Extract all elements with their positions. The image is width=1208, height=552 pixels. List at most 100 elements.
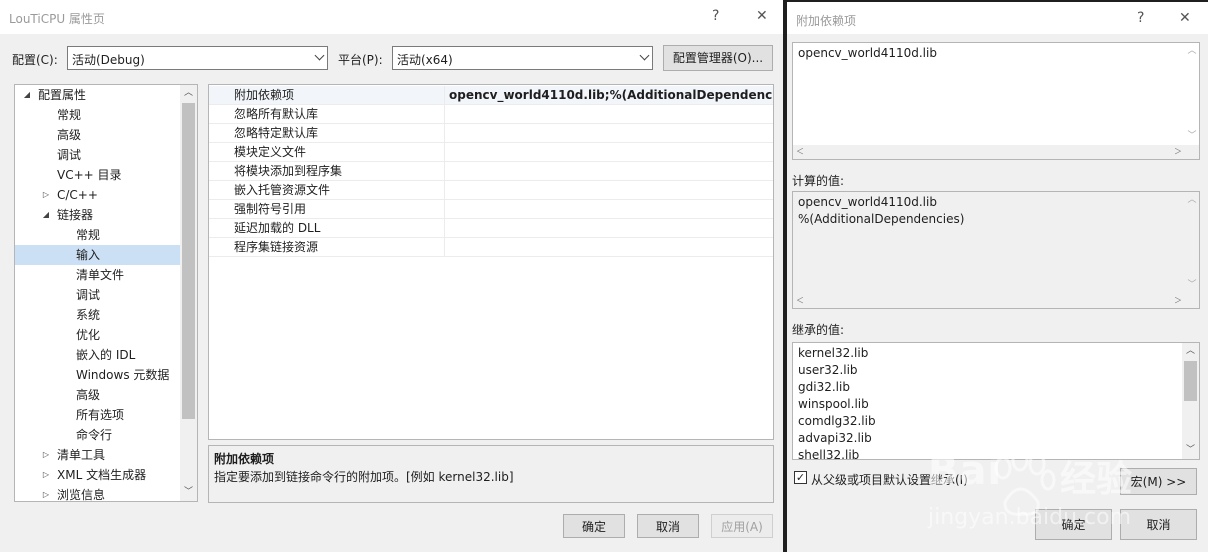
expand-arrow-icon[interactable]: ▷	[40, 465, 52, 485]
window-title: LouTiCPU 属性页	[9, 12, 105, 26]
scroll-down-icon[interactable]: ﹀	[1185, 277, 1199, 294]
help-icon[interactable]: ?	[712, 8, 719, 24]
tree-item[interactable]: 优化	[15, 325, 181, 345]
property-row[interactable]: 延迟加载的 DLL	[209, 219, 773, 238]
inherited-label: 继承的值:	[792, 323, 845, 337]
tree-item[interactable]: 高级	[15, 385, 181, 405]
tree-item[interactable]: ◢ 配置属性	[15, 85, 181, 105]
inherit-checkbox-label[interactable]: 从父级或项目默认设置继承(I)	[811, 471, 968, 488]
title-bar[interactable]: LouTiCPU 属性页 ? ✕	[0, 0, 783, 34]
macro-button[interactable]: 宏(M) >>	[1120, 468, 1197, 495]
tree-item[interactable]: 命令行	[15, 425, 181, 445]
expand-arrow-icon[interactable]: ▷	[40, 485, 52, 501]
tree-item-label: 链接器	[57, 208, 94, 222]
collapse-arrow-icon[interactable]: ◢	[21, 85, 33, 105]
tree-item-label: 优化	[76, 328, 101, 342]
tree-item[interactable]: 所有选项	[15, 405, 181, 425]
tree-item[interactable]: VC++ 目录	[15, 165, 181, 185]
property-row[interactable]: 强制符号引用	[209, 200, 773, 219]
property-row[interactable]: 忽略所有默认库	[209, 105, 773, 124]
description-title: 附加依赖项	[214, 452, 275, 466]
tree-item[interactable]: ▷ 浏览信息	[15, 485, 181, 501]
dialog-title-bar[interactable]: 附加依赖项 ? ✕	[787, 2, 1208, 34]
scroll-right-icon[interactable]: ＞	[1171, 145, 1185, 159]
help-icon[interactable]: ?	[1137, 10, 1144, 26]
scroll-up-icon[interactable]: ︿	[180, 85, 197, 102]
apply-button[interactable]: 应用(A)	[711, 514, 773, 538]
scroll-down-icon[interactable]: ﹀	[1182, 442, 1199, 459]
inherited-line: winspool.lib	[798, 397, 869, 411]
property-row[interactable]: 模块定义文件	[209, 143, 773, 162]
dependencies-edit-box[interactable]: opencv_world4110d.lib ︿ ﹀ ＜ ＞	[792, 42, 1200, 160]
config-dropdown[interactable]: 活动(Debug)	[67, 46, 328, 70]
tree-item[interactable]: Windows 元数据	[15, 365, 181, 385]
additional-dependencies-dialog: 附加依赖项 ? ✕ opencv_world4110d.lib ︿ ﹀ ＜ ＞ …	[787, 2, 1208, 552]
config-label: 配置(C):	[12, 53, 58, 67]
property-row[interactable]: 附加依赖项 opencv_world4110d.lib;%(AdditionalD…	[209, 86, 773, 105]
property-row[interactable]: 嵌入托管资源文件	[209, 181, 773, 200]
evaluated-label: 计算的值:	[792, 174, 845, 188]
scroll-left-icon[interactable]: ＜	[793, 294, 807, 308]
scroll-right-icon[interactable]: ＞	[1171, 294, 1185, 308]
platform-label: 平台(P):	[338, 53, 383, 67]
tree-item-label: VC++ 目录	[57, 168, 122, 182]
dialog-ok-label: 确定	[1061, 518, 1086, 532]
tree-item[interactable]: 调试	[15, 285, 181, 305]
tree-item[interactable]: 输入	[15, 245, 181, 265]
tree-item[interactable]: 调试	[15, 145, 181, 165]
platform-dropdown[interactable]: 活动(x64)	[392, 46, 653, 70]
property-row[interactable]: 程序集链接资源	[209, 238, 773, 257]
vertical-scrollbar[interactable]: ︿ ﹀	[180, 85, 197, 501]
category-tree[interactable]: ◢ 配置属性 常规 高级 调试 VC++ 目录 ▷ C/C++ ◢ 链接器 常规 输入 清单文件 调试 系统…	[14, 84, 198, 502]
ok-button[interactable]: 确定	[563, 514, 625, 538]
cancel-button[interactable]: 取消	[637, 514, 699, 538]
config-manager-label: 配置管理器(O)...	[672, 51, 764, 65]
tree-item[interactable]: 常规	[15, 225, 181, 245]
scroll-up-icon[interactable]: ︿	[1185, 192, 1199, 209]
property-name: 延迟加载的 DLL	[209, 219, 445, 238]
inherited-line: advapi32.lib	[798, 431, 872, 445]
scroll-down-icon[interactable]: ﹀	[180, 484, 197, 501]
dialog-cancel-button[interactable]: 取消	[1120, 509, 1197, 540]
dialog-ok-button[interactable]: 确定	[1035, 509, 1112, 540]
tree-item[interactable]: ◢ 链接器	[15, 205, 181, 225]
scroll-thumb[interactable]	[1184, 361, 1197, 401]
vertical-scrollbar[interactable]: ︿ ﹀	[1182, 343, 1199, 459]
horizontal-scrollbar[interactable]: ＜ ＞	[793, 294, 1199, 308]
tree-item-label: 常规	[57, 108, 82, 122]
tree-item[interactable]: ▷ XML 文档生成器	[15, 465, 181, 485]
close-icon[interactable]: ✕	[1179, 10, 1191, 26]
tree-item[interactable]: 嵌入的 IDL	[15, 345, 181, 365]
property-value[interactable]: opencv_world4110d.lib;%(AdditionalDepend…	[449, 86, 773, 105]
tree-item[interactable]: 系统	[15, 305, 181, 325]
tree-item-label: C/C++	[57, 188, 98, 202]
tree-item[interactable]: 常规	[15, 105, 181, 125]
expand-arrow-icon[interactable]: ▷	[40, 445, 52, 465]
scroll-thumb[interactable]	[182, 103, 195, 419]
inherit-checkbox[interactable]: ✓	[794, 471, 807, 484]
tree-item[interactable]: ▷ 清单工具	[15, 445, 181, 465]
config-manager-button[interactable]: 配置管理器(O)...	[663, 45, 773, 71]
platform-value: 活动(x64)	[397, 53, 453, 67]
vertical-scrollbar[interactable]: ︿ ﹀	[1185, 43, 1199, 145]
close-icon[interactable]: ✕	[756, 8, 768, 24]
scroll-down-icon[interactable]: ﹀	[1185, 128, 1199, 145]
evaluated-value-box: ︿ ﹀ ＜ ＞ opencv_world4110d.lib %(Additiona…	[792, 191, 1200, 309]
tree-item-label: 高级	[76, 388, 101, 402]
collapse-arrow-icon[interactable]: ◢	[40, 205, 52, 225]
vertical-scrollbar[interactable]: ︿ ﹀	[1185, 192, 1199, 294]
horizontal-scrollbar[interactable]: ＜ ＞	[793, 145, 1199, 159]
inherited-line: gdi32.lib	[798, 380, 850, 394]
scroll-up-icon[interactable]: ︿	[1185, 43, 1199, 60]
property-name: 附加依赖项	[209, 86, 445, 105]
property-name: 模块定义文件	[209, 143, 445, 162]
scroll-up-icon[interactable]: ︿	[1182, 343, 1199, 360]
property-row[interactable]: 忽略特定默认库	[209, 124, 773, 143]
scroll-left-icon[interactable]: ＜	[793, 145, 807, 159]
tree-item-label: Windows 元数据	[76, 368, 170, 382]
tree-item[interactable]: 高级	[15, 125, 181, 145]
tree-item[interactable]: 清单文件	[15, 265, 181, 285]
expand-arrow-icon[interactable]: ▷	[40, 185, 52, 205]
tree-item[interactable]: ▷ C/C++	[15, 185, 181, 205]
property-row[interactable]: 将模块添加到程序集	[209, 162, 773, 181]
